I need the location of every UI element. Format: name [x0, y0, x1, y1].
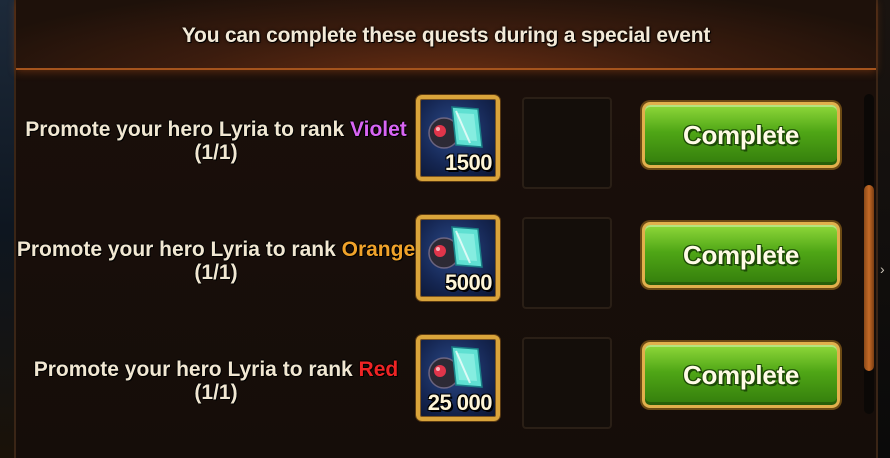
- quest-rank-label: Red: [358, 358, 399, 381]
- quest-progress: (1/1): [194, 261, 238, 284]
- quest-row: Promote your hero Lyria to rank Red (1/1…: [16, 332, 856, 442]
- empty-reward-slot: [522, 337, 612, 429]
- quest-text-prefix: Promote your hero Lyria to rank: [33, 358, 359, 381]
- scrollbar-track[interactable]: [864, 94, 874, 414]
- complete-button-label: Complete: [682, 120, 800, 150]
- reward-amount: 1500: [445, 150, 492, 175]
- quest-description: Promote your hero Lyria to rank Red (1/1…: [16, 358, 416, 404]
- quest-text-prefix: Promote your hero Lyria to rank: [16, 238, 342, 261]
- soul-stone-icon: [428, 226, 483, 269]
- quest-text-prefix: Promote your hero Lyria to rank: [25, 118, 350, 141]
- reward-slot[interactable]: 25 000: [416, 335, 500, 421]
- reward-slot[interactable]: 1500: [416, 95, 500, 181]
- quest-progress: (1/1): [194, 381, 238, 404]
- complete-button[interactable]: Complete: [642, 102, 840, 168]
- quest-description: Promote your hero Lyria to rank Orange (…: [16, 238, 416, 284]
- empty-reward-slot: [522, 97, 612, 189]
- soul-stone-icon: [428, 346, 483, 389]
- complete-button[interactable]: Complete: [642, 222, 840, 288]
- quest-row: Promote your hero Lyria to rank Violet (…: [16, 92, 856, 202]
- quest-list[interactable]: Promote your hero Lyria to rank Violet (…: [16, 80, 876, 458]
- quest-panel: You can complete these quests during a s…: [14, 0, 878, 458]
- scrollbar-thumb[interactable]: [864, 185, 874, 371]
- empty-reward-slot: [522, 217, 612, 309]
- panel-header: You can complete these quests during a s…: [16, 0, 876, 70]
- chevron-right-icon[interactable]: ›: [880, 262, 890, 276]
- quest-description: Promote your hero Lyria to rank Violet (…: [16, 118, 416, 164]
- background-right-edge: [878, 0, 890, 458]
- game-screen: You can complete these quests during a s…: [0, 0, 890, 458]
- complete-button-label: Complete: [682, 240, 800, 270]
- reward-slot[interactable]: 5000: [416, 215, 500, 301]
- quest-rank-label: Orange: [341, 238, 416, 261]
- reward-amount: 25 000: [427, 390, 493, 415]
- quest-progress: (1/1): [194, 141, 238, 164]
- complete-button[interactable]: Complete: [642, 342, 840, 408]
- soul-stone-icon: [428, 106, 483, 149]
- quest-rank-label: Violet: [350, 118, 407, 141]
- complete-button-label: Complete: [682, 360, 800, 390]
- quest-row: Promote your hero Lyria to rank Orange (…: [16, 212, 856, 322]
- panel-title: You can complete these quests during a s…: [181, 24, 711, 47]
- reward-amount: 5000: [445, 270, 492, 295]
